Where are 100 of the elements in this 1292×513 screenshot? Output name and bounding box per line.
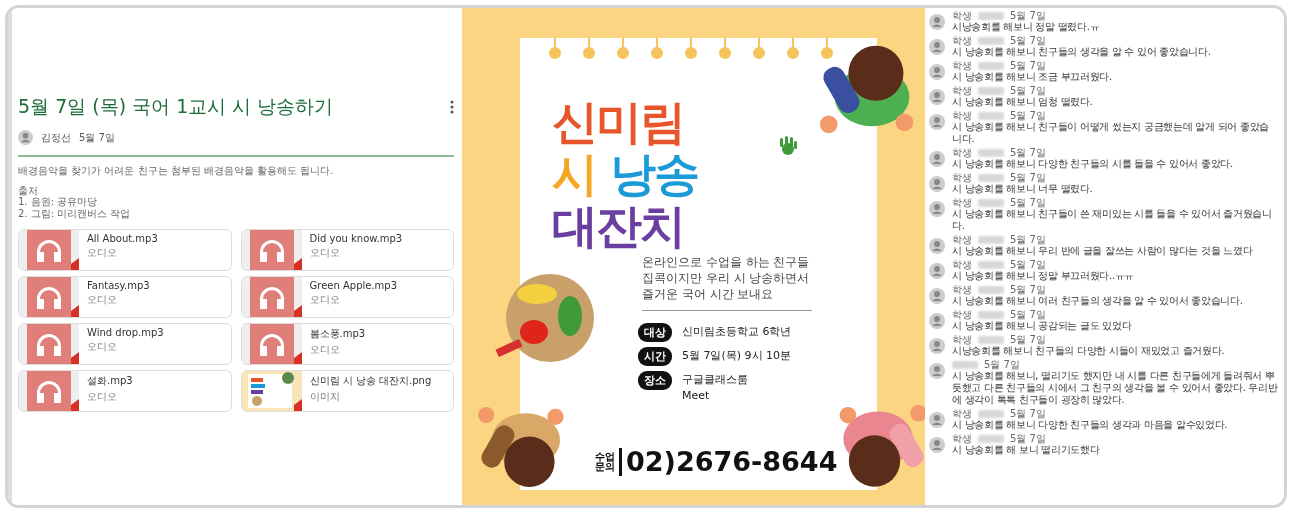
comment-text: 시 낭송회를 해보니 공감되는 글도 있었다: [952, 320, 1132, 332]
comment-date: 5월 7일: [1010, 110, 1046, 121]
post-date: 5월 7일: [79, 130, 115, 145]
file-type: 오디오: [87, 293, 118, 307]
blurred-name: [978, 310, 1004, 319]
attachment-card[interactable]: Wind drop.mp3 오디오: [18, 323, 232, 365]
comment-text: 시 낭송회를 해보니 엄청 떨렸다.: [952, 96, 1093, 108]
info-label: 대상: [638, 323, 672, 342]
blurred-name: [978, 285, 1004, 294]
blurred-name: [978, 61, 1004, 70]
commenter-name: 학생: [952, 234, 972, 245]
comment-date: 5월 7일: [1010, 408, 1046, 419]
comment-date: 5월 7일: [1010, 284, 1046, 295]
comment-text: 시 낭송회를 해보니 여러 친구들의 생각을 알 수 있어서 좋았습니다.: [952, 295, 1243, 307]
comment-text: 시 낭송회를 해보니 다양한 친구들의 시를 들을 수 있어서 좋았다.: [952, 158, 1233, 170]
avatar-icon: [929, 114, 945, 130]
info-value: 신미림초등학교 6학년: [682, 324, 792, 340]
commenter-name: 학생: [952, 172, 972, 183]
avatar-icon: [929, 363, 945, 379]
poster-title: 대잔치: [552, 200, 684, 252]
poster-description: 온라인으로 수업을 하는 친구들 집콕이지만 우리 시 낭송하면서 즐거운 국어 시간 보내요: [642, 254, 812, 311]
file-name: 신미림 시 낭송 대잔치.png: [309, 374, 432, 388]
comment-date: 5월 7일: [1010, 10, 1046, 21]
file-name: All About.mp3: [87, 233, 158, 244]
handprint-icon: [777, 136, 799, 156]
phone-number: 02)2676-8644: [619, 448, 838, 476]
info-value: 구글클래스룸 Meet: [682, 372, 748, 404]
avatar-icon: [929, 288, 945, 304]
contact-label: 수업 문의: [595, 452, 615, 472]
blurred-name: [978, 335, 1004, 344]
avatar-icon: [929, 201, 945, 217]
blurred-name: [978, 36, 1004, 45]
info-value: 5월 7일(목) 9시 10분: [682, 348, 792, 364]
commenter-name: 학생: [952, 197, 972, 208]
comment-text: 시 낭송회를 해보니 우리 반에 글을 잘쓰는 사람이 많다는 것을 느꼈다: [952, 245, 1253, 257]
avatar-icon: [18, 130, 33, 145]
attachment-card[interactable]: 봄소풍.mp3 오디오: [240, 323, 454, 365]
comment-text: 시낭송회를 해보니 정말 떨렸다.ㅠ: [952, 21, 1100, 33]
attachment-card[interactable]: Green Apple.mp3 오디오: [240, 276, 454, 318]
file-name: 설화.mp3: [87, 374, 133, 388]
avatar-icon: [929, 14, 945, 30]
comment-text: 시 낭송회를 해보니 다양한 친구들의 생각과 마음을 알수있었다.: [952, 419, 1228, 431]
attachment-card[interactable]: 설화.mp3 오디오: [18, 370, 232, 412]
commenter-name: 학생: [952, 408, 972, 419]
file-name: Fantasy.mp3: [87, 280, 150, 291]
headphones-icon: [19, 324, 79, 364]
commenter-name: 학생: [952, 284, 972, 295]
comment-text: 시낭송회를 해보니 친구들의 다양한 시들이 재밌었고 즐거웠다.: [952, 345, 1225, 357]
file-type: 오디오: [309, 246, 341, 260]
blurred-name: [978, 111, 1004, 120]
more-options-icon[interactable]: [450, 100, 454, 114]
comment-date: 5월 7일: [1010, 172, 1046, 183]
commenter-name: 학생: [952, 85, 972, 96]
file-name: 봄소풍.mp3: [309, 327, 366, 341]
comment-date: 5월 7일: [1010, 334, 1046, 345]
poster-title: 시: [552, 148, 596, 200]
comment-date: 5월 7일: [1010, 60, 1046, 71]
blurred-name: [978, 260, 1004, 269]
commenter-name: 학생: [952, 147, 972, 158]
attachment-card[interactable]: All About.mp3 오디오: [18, 229, 232, 271]
commenter-name: 학생: [952, 309, 972, 320]
comment-date: 5월 7일: [984, 359, 1020, 370]
attachment-card[interactable]: 신미림 시 낭송 대잔치.png 이미지: [240, 370, 454, 412]
blurred-name: [978, 173, 1004, 182]
avatar-icon: [929, 39, 945, 55]
file-name: Wind drop.mp3: [87, 327, 164, 338]
blurred-name: [978, 434, 1004, 443]
post-title: 5월 7일 (목) 국어 1교시 시 낭송하기: [18, 94, 334, 119]
poster-thumbnail-drawing: [241, 371, 302, 411]
avatar-icon: [929, 238, 945, 254]
avatar-icon: [929, 263, 945, 279]
comment-text: 시 낭송회를 해보니, 떨리기도 했지만 내 시를 다른 친구들에게 들려줘서 뿌듯했고 다른 친구들의 시에서 그 친구의 생각을 볼 수 있어서 좋았다. 우리반에 생각이 톡톡 친구들이 굉장히 많았다.: [952, 370, 1278, 406]
post-text: 출처 1. 음원: 공유마당 2. 그림: 미리캔버스 작업: [18, 184, 132, 219]
avatar-icon: [929, 412, 945, 428]
avatar-icon: [929, 313, 945, 329]
avatar-icon: [929, 338, 945, 354]
commenter-name: 학생: [952, 334, 972, 345]
attachment-card[interactable]: Did you know.mp3 오디오: [240, 229, 454, 271]
attachment-card[interactable]: Fantasy.mp3 오디오: [18, 276, 232, 318]
headphones-icon: [19, 277, 79, 317]
comment-date: 5월 7일: [1010, 309, 1046, 320]
comment-date: 5월 7일: [1010, 197, 1046, 208]
comment-text: 시 낭송회를 해보니 친구들이 어떻게 썼는지 궁금했는데 알게 되어 좋았습니다.: [952, 121, 1270, 145]
comment-text: 시 낭송회를 해보니 정말 부끄러웠다..ㅠㅠ: [952, 270, 1135, 282]
commenter-name: 학생: [952, 433, 972, 444]
commenter-name: 학생: [952, 110, 972, 121]
commenter-name: 학생: [952, 35, 972, 46]
comment-text: 시 낭송회를 해보니 너무 떨렸다.: [952, 183, 1093, 195]
commenter-name: 학생: [952, 10, 972, 21]
avatar-icon: [929, 437, 945, 453]
blurred-name: [978, 198, 1004, 207]
info-label: 장소: [638, 371, 672, 390]
author-name: 김정선: [41, 130, 71, 145]
file-type: 오디오: [87, 340, 118, 354]
comment-date: 5월 7일: [1010, 259, 1046, 270]
headphones-icon: [241, 324, 302, 364]
avatar-icon: [929, 176, 945, 192]
file-type: 오디오: [309, 293, 341, 307]
post-text: 배경음악을 찾기가 어려운 친구는 첨부된 배경음악을 활용해도 됩니다.: [18, 165, 335, 177]
comment-date: 5월 7일: [1010, 234, 1046, 245]
